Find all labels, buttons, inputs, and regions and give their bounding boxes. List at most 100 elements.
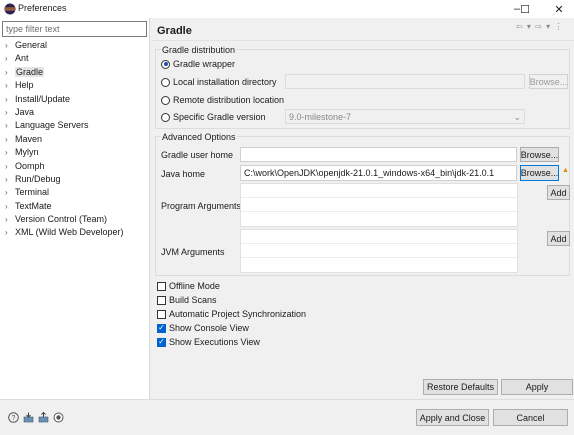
tree-item-java[interactable]: › Java bbox=[0, 106, 150, 119]
chevron-right-icon[interactable]: › bbox=[5, 93, 15, 106]
tree-item-install-update[interactable]: › Install/Update bbox=[0, 93, 150, 106]
radio-specific-version[interactable]: Specific Gradle version bbox=[161, 109, 266, 125]
tree-item-language-servers[interactable]: › Language Servers bbox=[0, 119, 150, 132]
add-jvm-argument-button[interactable]: Add bbox=[547, 231, 570, 246]
radio-gradle-wrapper[interactable]: Gradle wrapper bbox=[161, 56, 235, 72]
checkbox-label: Automatic Project Synchronization bbox=[169, 309, 307, 319]
tree-item-label: Maven bbox=[15, 133, 43, 144]
export-icon[interactable] bbox=[38, 412, 49, 423]
table-row bbox=[241, 230, 517, 244]
tree-item-label: XML (Wild Web Developer) bbox=[15, 227, 124, 238]
options-checkbox-list: Offline Mode Build Scans Automatic Project… bbox=[157, 279, 306, 349]
radio-remote-distribution[interactable]: Remote distribution location bbox=[161, 92, 284, 108]
chevron-right-icon[interactable]: › bbox=[5, 52, 15, 65]
close-window-button[interactable]: ✕ bbox=[544, 0, 574, 18]
tree-item-ant[interactable]: › Ant bbox=[0, 52, 150, 65]
tree-item-gradle[interactable]: › Gradle bbox=[0, 66, 150, 79]
local-browse-button: Browse... bbox=[529, 74, 568, 89]
eclipse-app-icon bbox=[4, 3, 16, 15]
tree-item-label: Help bbox=[15, 80, 34, 91]
checkbox-show-executions-view[interactable]: ✓ Show Executions View bbox=[157, 335, 306, 349]
svg-text:?: ? bbox=[12, 415, 16, 422]
tree-item-label: Install/Update bbox=[15, 93, 71, 104]
maximize-button[interactable]: ☐ bbox=[510, 0, 540, 18]
chevron-right-icon[interactable]: › bbox=[5, 213, 15, 226]
filter-input[interactable] bbox=[2, 21, 147, 37]
tree-item-terminal[interactable]: › Terminal bbox=[0, 186, 150, 199]
jvm-arguments-table[interactable] bbox=[240, 229, 518, 273]
radio-indicator bbox=[161, 59, 170, 69]
table-row bbox=[241, 212, 517, 226]
chevron-right-icon[interactable]: › bbox=[5, 200, 15, 213]
tree-item-run-debug[interactable]: › Run/Debug bbox=[0, 173, 150, 186]
tree-item-version-control-team[interactable]: › Version Control (Team) bbox=[0, 213, 150, 226]
chevron-right-icon[interactable]: › bbox=[5, 226, 15, 239]
tree-item-xml-wild-web-developer[interactable]: › XML (Wild Web Developer) bbox=[0, 226, 150, 239]
chevron-right-icon[interactable]: › bbox=[5, 119, 15, 132]
help-icon[interactable]: ? bbox=[8, 412, 19, 423]
tree-item-textmate[interactable]: › TextMate bbox=[0, 200, 150, 213]
table-row bbox=[241, 198, 517, 212]
checkbox-label: Show Executions View bbox=[169, 337, 260, 347]
tree-item-mylyn[interactable]: › Mylyn bbox=[0, 146, 150, 159]
restore-defaults-button[interactable]: Restore Defaults bbox=[423, 379, 498, 395]
distribution-group-title: Gradle distribution bbox=[161, 45, 237, 55]
apply-button[interactable]: Apply bbox=[501, 379, 573, 395]
gradle-version-value: 9.0-milestone-7 bbox=[289, 112, 352, 122]
gradle-user-home-label: Gradle user home bbox=[161, 150, 234, 160]
chevron-right-icon[interactable]: › bbox=[5, 160, 15, 173]
table-row bbox=[241, 244, 517, 258]
apply-and-close-button[interactable]: Apply and Close bbox=[416, 409, 489, 426]
chevron-right-icon[interactable]: › bbox=[5, 79, 15, 92]
radio-label: Remote distribution location bbox=[173, 95, 285, 105]
tree-item-oomph[interactable]: › Oomph bbox=[0, 160, 150, 173]
chevron-right-icon[interactable]: › bbox=[5, 106, 15, 119]
checkbox-label: Build Scans bbox=[169, 295, 217, 305]
gradle-user-home-field[interactable] bbox=[240, 147, 517, 162]
radio-indicator bbox=[161, 112, 170, 122]
cancel-button[interactable]: Cancel bbox=[493, 409, 568, 426]
java-home-browse-button[interactable]: Browse... bbox=[520, 165, 559, 181]
checkbox-indicator bbox=[157, 309, 166, 319]
title-bar bbox=[0, 0, 574, 18]
tree-item-label: Language Servers bbox=[15, 120, 89, 131]
chevron-right-icon[interactable]: › bbox=[5, 186, 15, 199]
radio-indicator bbox=[161, 77, 170, 87]
maximize-icon: ☐ bbox=[520, 3, 530, 16]
table-row bbox=[241, 258, 517, 272]
checkbox-build-scans[interactable]: Build Scans bbox=[157, 293, 306, 307]
record-icon[interactable] bbox=[53, 412, 64, 423]
radio-local-installation[interactable]: Local installation directory bbox=[161, 74, 277, 90]
checkbox-offline-mode[interactable]: Offline Mode bbox=[157, 279, 306, 293]
tree-item-label: Terminal bbox=[15, 187, 50, 198]
chevron-right-icon[interactable]: › bbox=[5, 66, 15, 79]
checkbox-automatic-project-synchronization[interactable]: Automatic Project Synchronization bbox=[157, 307, 306, 321]
tree-item-help[interactable]: › Help bbox=[0, 79, 150, 92]
radio-label: Specific Gradle version bbox=[173, 112, 266, 122]
java-home-label: Java home bbox=[161, 169, 206, 179]
tree-item-label: TextMate bbox=[15, 200, 52, 211]
chevron-right-icon[interactable]: › bbox=[5, 146, 15, 159]
jvm-arguments-label: JVM Arguments bbox=[161, 247, 225, 257]
program-arguments-table[interactable] bbox=[240, 183, 518, 227]
java-home-field[interactable]: C:\work\OpenJDK\openjdk-21.0.1_windows-x… bbox=[240, 165, 517, 181]
add-program-argument-button[interactable]: Add bbox=[547, 185, 570, 200]
close-icon: ✕ bbox=[554, 3, 564, 16]
history-navigation-icons[interactable]: ⇦ ▾ ⇨ ▾ ⋮ bbox=[516, 22, 563, 31]
tree-item-label: Ant bbox=[15, 53, 29, 64]
preferences-tree: › General › Ant › Gradle › Help › Install/Update ›… bbox=[0, 39, 150, 240]
checkbox-show-console-view[interactable]: ✓ Show Console View bbox=[157, 321, 306, 335]
tree-item-maven[interactable]: › Maven bbox=[0, 133, 150, 146]
chevron-right-icon[interactable]: › bbox=[5, 173, 15, 186]
program-arguments-label: Program Arguments bbox=[161, 201, 242, 211]
tree-item-label: Gradle bbox=[15, 66, 45, 77]
tree-item-general[interactable]: › General bbox=[0, 39, 150, 52]
warning-icon: ▲ bbox=[562, 167, 569, 174]
radio-indicator bbox=[161, 95, 170, 105]
tree-item-label: Oomph bbox=[15, 160, 45, 171]
user-home-browse-button[interactable]: Browse... bbox=[520, 147, 559, 162]
chevron-right-icon[interactable]: › bbox=[5, 39, 15, 52]
chevron-right-icon[interactable]: › bbox=[5, 133, 15, 146]
import-icon[interactable] bbox=[23, 412, 34, 423]
gradle-version-select: 9.0-milestone-7 ⌄ bbox=[285, 109, 525, 124]
